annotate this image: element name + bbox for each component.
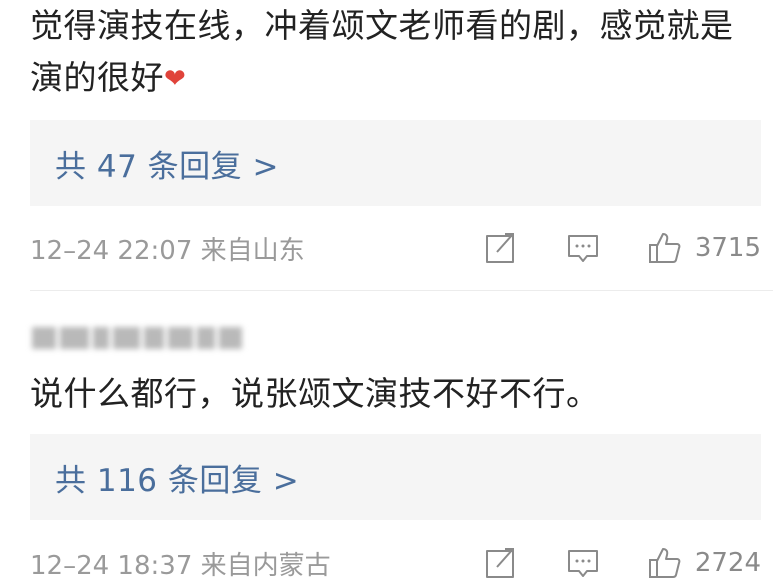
- comment-timestamp: 12–24 22:07 来自山东: [30, 235, 305, 266]
- blurred-username: [32, 322, 242, 354]
- comment-icon[interactable]: [565, 545, 601, 581]
- comment-icon[interactable]: [565, 230, 601, 266]
- comment-actions: 3715: [483, 230, 761, 266]
- comment-actions: 2724: [483, 545, 761, 581]
- heart-emoji-icon: ❤: [164, 64, 187, 94]
- like-button[interactable]: 3715: [647, 230, 761, 266]
- comment-text: 觉得演技在线，冲着颂文老师看的剧，感觉就是演的很好❤: [30, 0, 750, 105]
- share-icon[interactable]: [483, 545, 519, 581]
- share-icon[interactable]: [483, 230, 519, 266]
- thumbs-up-icon: [648, 548, 681, 578]
- like-button[interactable]: 2724: [647, 545, 761, 581]
- comment-text: 说什么都行，说张颂文演技不好不行。: [30, 374, 600, 413]
- view-replies-link[interactable]: 共 116 条回复 >: [55, 455, 299, 500]
- like-count: 2724: [694, 548, 761, 578]
- view-replies-link[interactable]: 共 47 条回复 >: [55, 141, 279, 186]
- comment-body: 觉得演技在线，冲着颂文老师看的剧，感觉就是演的很好: [30, 6, 734, 97]
- comment-meta-row: 12–24 18:37 来自内蒙古 2724: [30, 543, 761, 583]
- like-count: 3715: [694, 233, 761, 263]
- comment-meta-row: 12–24 22:07 来自山东 3715: [30, 228, 761, 268]
- comment-timestamp: 12–24 18:37 来自内蒙古: [30, 550, 331, 581]
- comment-divider: [30, 290, 773, 291]
- thumbs-up-icon: [648, 233, 681, 263]
- reply-preview-box: 共 47 条回复 >: [30, 120, 761, 206]
- reply-preview-box: 共 116 条回复 >: [30, 434, 761, 520]
